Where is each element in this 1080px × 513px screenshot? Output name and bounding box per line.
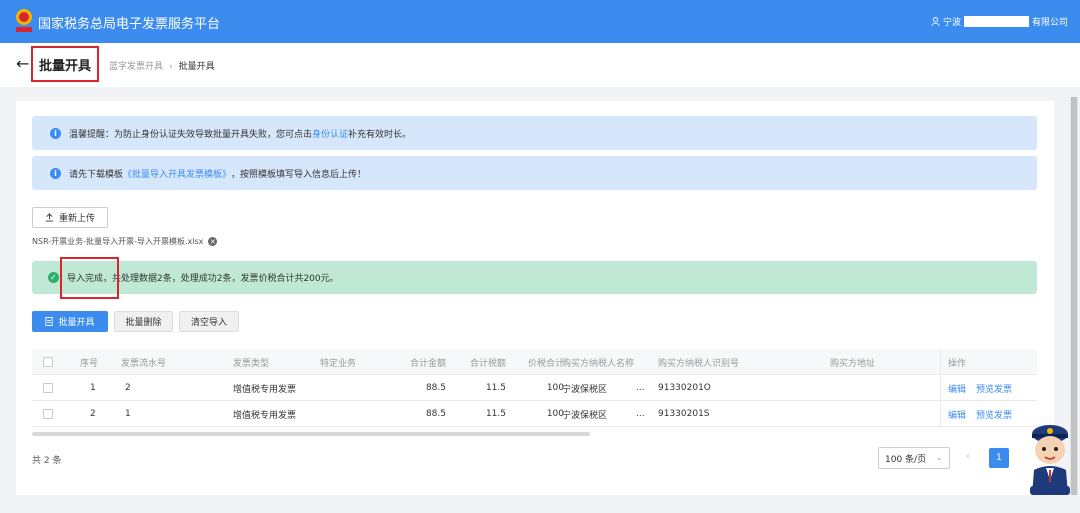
header-buyer-name: 购买方纳税人名称 bbox=[562, 358, 635, 369]
page-size-select[interactable]: 100 条/页 ⌄ bbox=[878, 447, 950, 469]
batch-delete-button[interactable]: 批量删除 bbox=[114, 311, 173, 332]
back-arrow-icon[interactable]: ← bbox=[16, 54, 29, 73]
template-prefix: 请先下载模板 bbox=[69, 169, 124, 180]
redaction-mask bbox=[963, 16, 1029, 27]
sub-header: ← 批量开具 蓝字发票开具 › 批量开具 bbox=[0, 43, 1080, 87]
tip-prefix: 温馨提醒：为防止身份认证失效导致批量开具失败，您可点击 bbox=[69, 129, 313, 140]
page-title: 批量开具 bbox=[31, 46, 99, 82]
prev-page-icon[interactable]: ‹ bbox=[966, 451, 970, 462]
cell-type: 增值税专用发票 bbox=[233, 384, 297, 395]
user-name-suffix: 有限公司 bbox=[1031, 18, 1068, 28]
main-card: i 温馨提醒：为防止身份认证失效导致批量开具失败，您可点击 身份认证 补充有效时长。… bbox=[16, 101, 1054, 495]
auth-tip-alert: i 温馨提醒：为防止身份认证失效导致批量开具失败，您可点击 身份认证 补充有效时长。 bbox=[32, 116, 1037, 150]
breadcrumb-separator-icon: › bbox=[169, 62, 173, 72]
remove-file-icon[interactable]: ✕ bbox=[208, 237, 218, 246]
cell-serial: 1 bbox=[125, 409, 131, 419]
header-special: 特定业务 bbox=[320, 358, 357, 369]
horizontal-scrollbar[interactable] bbox=[32, 432, 590, 436]
user-name-prefix: 宁波 bbox=[942, 18, 961, 28]
app-title: 国家税务总局电子发票服务平台 bbox=[38, 17, 221, 32]
row-checkbox[interactable] bbox=[43, 401, 53, 427]
uploaded-file: NSR-开票业务-批量导入开票-导入开票模板.xlsx ✕ bbox=[32, 236, 218, 247]
cell-serial: 2 bbox=[125, 383, 131, 393]
header-buyer-id: 购买方纳税人识别号 bbox=[658, 358, 740, 369]
reupload-button[interactable]: 重新上传 bbox=[32, 207, 108, 228]
template-tip-alert: i 请先下载模板 《批量导入开具发票模板》 ，按照模板填写导入信息后上传！ bbox=[32, 156, 1037, 190]
info-icon: i bbox=[50, 167, 61, 179]
checkbox-box[interactable] bbox=[43, 409, 53, 419]
checkbox-box[interactable] bbox=[43, 383, 53, 393]
batch-issue-button[interactable]: 批量开具 bbox=[32, 311, 108, 332]
cell-tax: 11.5 bbox=[485, 383, 506, 393]
cell-buyer-name: 宁波保税区 bbox=[562, 410, 608, 421]
tip-suffix: 补充有效时长。 bbox=[348, 129, 412, 140]
cell-amount: 88.5 bbox=[425, 383, 446, 393]
cell-total: 100 bbox=[546, 409, 564, 419]
cell-buyer-name-ellipsis: ... bbox=[636, 383, 645, 393]
tax-officer-mascot-icon[interactable] bbox=[1024, 420, 1076, 495]
select-all-checkbox[interactable] bbox=[43, 349, 53, 375]
cell-total: 100 bbox=[546, 383, 564, 393]
header-tax: 合计税额 bbox=[469, 358, 506, 369]
header-type: 发票类型 bbox=[233, 358, 270, 369]
fixed-operation-column bbox=[940, 349, 1037, 428]
checkbox-box[interactable] bbox=[43, 357, 53, 367]
header-index: 序号 bbox=[80, 358, 99, 369]
cell-buyer-id: 91330201S bbox=[658, 409, 710, 419]
check-circle-icon: ✓ bbox=[48, 272, 59, 283]
table-header: 序号 发票流水号 发票类型 特定业务 合计金额 合计税额 价税合计 购买方纳税人… bbox=[32, 349, 1037, 375]
cell-amount: 88.5 bbox=[425, 409, 446, 419]
total-count: 共 2 条 bbox=[32, 456, 62, 466]
page-number-current[interactable]: 1 bbox=[989, 448, 1009, 468]
import-success-alert: ✓ 导入完成，共处理数据2条，处理成功2条，发票价税合计共200元。 bbox=[32, 261, 1037, 294]
info-icon: i bbox=[50, 127, 61, 139]
header-address: 购买方地址 bbox=[830, 358, 876, 369]
breadcrumb: 蓝字发票开具 › 批量开具 bbox=[109, 59, 215, 72]
batch-issue-label: 批量开具 bbox=[58, 318, 95, 328]
template-suffix: ，按照模板填写导入信息后上传！ bbox=[231, 169, 367, 180]
cell-buyer-name: 宁波保税区 bbox=[562, 384, 608, 395]
page-size-value: 100 条/页 bbox=[885, 454, 927, 465]
cell-index: 2 bbox=[90, 409, 96, 419]
cell-tax: 11.5 bbox=[485, 409, 506, 419]
row-checkbox[interactable] bbox=[43, 375, 53, 401]
table-row: 1 2 增值税专用发票 88.5 11.5 100 宁波保税区 ... 9133… bbox=[32, 375, 1037, 401]
header-serial: 发票流水号 bbox=[121, 358, 167, 369]
top-bar: 国家税务总局电子发票服务平台 宁波 有限公司 bbox=[0, 0, 1080, 43]
clear-import-button[interactable]: 清空导入 bbox=[179, 311, 239, 332]
reupload-label: 重新上传 bbox=[58, 214, 95, 224]
invoice-table: 序号 发票流水号 发票类型 特定业务 合计金额 合计税额 价税合计 购买方纳税人… bbox=[32, 349, 1037, 428]
user-account[interactable]: 宁波 有限公司 bbox=[931, 15, 1068, 28]
breadcrumb-item-blue-invoice[interactable]: 蓝字发票开具 bbox=[109, 62, 163, 72]
highlight-box bbox=[60, 257, 119, 299]
template-download-link[interactable]: 《批量导入开具发票模板》 bbox=[123, 167, 231, 180]
upload-icon bbox=[45, 213, 54, 222]
cell-buyer-id: 91330201O bbox=[658, 383, 711, 393]
tax-emblem-icon bbox=[16, 9, 32, 32]
breadcrumb-item-current: 批量开具 bbox=[178, 62, 215, 72]
identity-auth-link[interactable]: 身份认证 bbox=[312, 127, 348, 140]
table-row: 2 1 增值税专用发票 88.5 11.5 100 宁波保税区 ... 9133… bbox=[32, 401, 1037, 427]
header-amount: 合计金额 bbox=[409, 358, 446, 369]
cell-type: 增值税专用发票 bbox=[233, 410, 297, 421]
cell-buyer-name-ellipsis: ... bbox=[636, 409, 645, 419]
chevron-down-icon: ⌄ bbox=[935, 453, 943, 463]
uploaded-filename: NSR-开票业务-批量导入开票-导入开票模板.xlsx bbox=[32, 237, 204, 246]
document-icon bbox=[45, 317, 54, 326]
cell-index: 1 bbox=[90, 383, 96, 393]
header-total: 价税合计 bbox=[527, 358, 564, 369]
user-icon bbox=[931, 17, 940, 26]
